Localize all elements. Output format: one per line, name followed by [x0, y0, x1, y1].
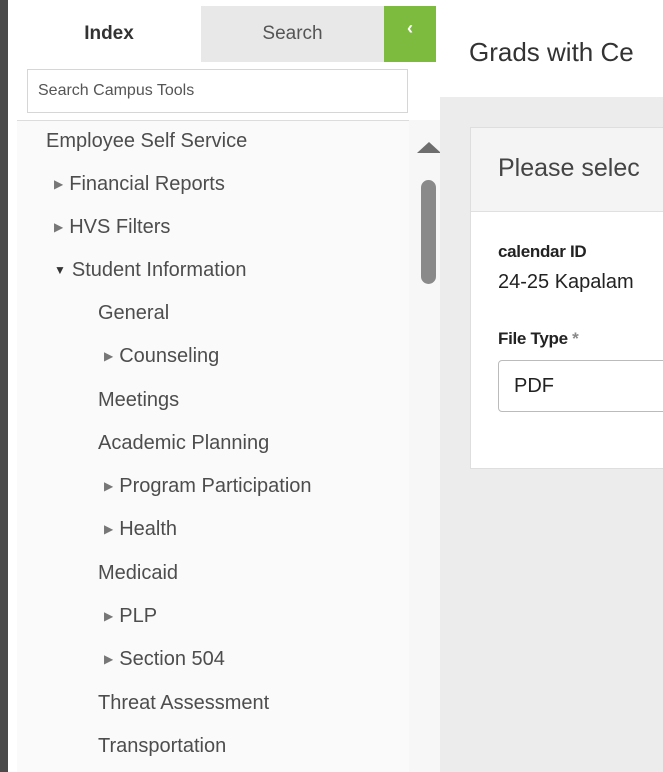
expand-arrow-icon[interactable]: ▶ — [104, 609, 113, 623]
tree-item-medicaid[interactable]: Medicaid — [98, 562, 178, 585]
tree-item-academic-planning[interactable]: Academic Planning — [98, 432, 269, 455]
file-type-label: File Type * — [498, 329, 579, 349]
tree-item-threat-assessment[interactable]: Threat Assessment — [98, 692, 269, 715]
tree-item-employee-self-service[interactable]: Employee Self Service — [46, 130, 247, 153]
tree-item-label: Section 504 — [119, 648, 225, 670]
collapse-arrow-icon[interactable]: ▼ — [54, 263, 66, 277]
page-title: Grads with Ce — [469, 37, 634, 67]
tree-item-label: Threat Assessment — [98, 692, 270, 714]
tree-item-student-information[interactable]: ▼ Student Information — [54, 259, 246, 282]
tree-item-label: General — [98, 302, 170, 324]
scrollbar-thumb[interactable] — [421, 180, 436, 284]
page-header: Grads with Ce — [440, 0, 663, 97]
window-left-border — [0, 0, 8, 772]
scroll-up-arrow-icon[interactable] — [417, 142, 441, 153]
tree-item-section-504[interactable]: ▶ Section 504 — [104, 648, 225, 671]
card-title: Please selec — [498, 154, 640, 182]
expand-arrow-icon[interactable]: ▶ — [54, 177, 63, 191]
tree-item-meetings[interactable]: Meetings — [98, 389, 179, 412]
tab-index[interactable]: Index — [17, 6, 201, 62]
chevron-left-icon: ‹ — [407, 18, 413, 38]
file-type-select[interactable]: PDF — [498, 360, 663, 412]
tree-item-label: Student Information — [71, 259, 247, 281]
tree-item-counseling[interactable]: ▶ Counseling — [104, 345, 219, 368]
tree-item-label: Health — [119, 518, 178, 540]
tree-item-financial-reports[interactable]: ▶ Financial Reports — [54, 173, 225, 196]
tab-search[interactable]: Search — [201, 6, 384, 62]
tree-item-transportation[interactable]: Transportation — [98, 735, 226, 758]
tree-item-label: Counseling — [119, 345, 220, 367]
tree-item-label: Medicaid — [98, 562, 179, 584]
calendar-id-value: 24-25 Kapalam — [498, 271, 634, 293]
card-header: Please selec — [471, 128, 663, 212]
tree-item-label: Transportation — [98, 735, 227, 757]
calendar-id-label: calendar ID — [498, 242, 587, 261]
file-type-selected-value: PDF — [514, 374, 554, 397]
expand-arrow-icon[interactable]: ▶ — [104, 652, 113, 666]
tree-item-label: Program Participation — [119, 475, 312, 497]
file-type-label-text: File Type — [498, 329, 568, 348]
collapse-sidebar-button[interactable]: ‹ — [384, 6, 436, 62]
expand-arrow-icon[interactable]: ▶ — [54, 220, 63, 234]
search-campus-tools-input[interactable] — [27, 69, 408, 113]
tools-tree: Employee Self Service ▶ Financial Reports… — [17, 120, 409, 772]
tree-item-label: HVS Filters — [69, 216, 171, 238]
tree-item-general[interactable]: General — [98, 302, 169, 325]
expand-arrow-icon[interactable]: ▶ — [104, 522, 113, 536]
tree-item-program-participation[interactable]: ▶ Program Participation — [104, 475, 312, 498]
main-panel: Grads with Ce Please selec calendar ID 2… — [440, 0, 663, 772]
required-marker: * — [572, 329, 579, 348]
expand-arrow-icon[interactable]: ▶ — [104, 349, 113, 363]
tree-item-label: Financial Reports — [69, 173, 225, 195]
expand-arrow-icon[interactable]: ▶ — [104, 479, 113, 493]
tree-item-label: Employee Self Service — [46, 130, 248, 152]
tree-item-plp[interactable]: ▶ PLP — [104, 605, 157, 628]
report-options-card: Please selec calendar ID 24-25 Kapalam F… — [470, 127, 663, 469]
tree-item-label: Academic Planning — [98, 432, 270, 454]
tree-item-health[interactable]: ▶ Health — [104, 518, 177, 541]
tree-item-label: PLP — [119, 605, 158, 627]
tree-item-label: Meetings — [98, 389, 180, 411]
tree-item-hvs-filters[interactable]: ▶ HVS Filters — [54, 216, 170, 239]
sidebar: Index Search ‹ Employee Self Service ▶ Fi… — [8, 0, 448, 772]
